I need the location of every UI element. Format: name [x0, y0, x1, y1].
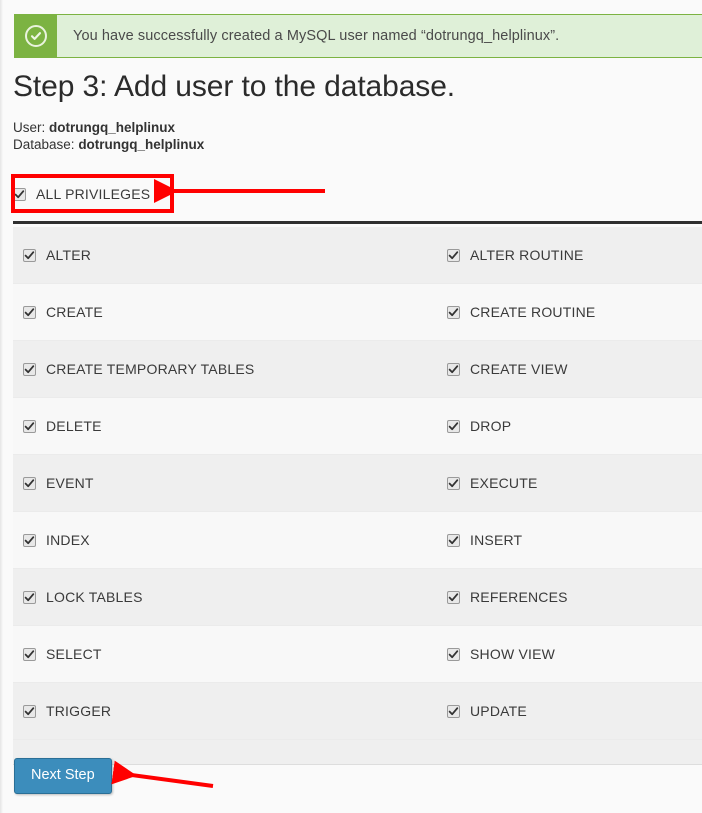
privilege-cell[interactable]: SELECT: [13, 646, 437, 662]
privilege-checkbox[interactable]: [447, 363, 460, 376]
privilege-label: CREATE ROUTINE: [470, 304, 595, 320]
all-privileges-checkbox[interactable]: [13, 188, 26, 201]
privilege-label: EVENT: [46, 475, 94, 491]
privilege-label: DELETE: [46, 418, 102, 434]
privilege-checkbox[interactable]: [447, 705, 460, 718]
all-privileges-label: ALL PRIVILEGES: [36, 186, 150, 202]
table-row: TRIGGER UPDATE: [13, 683, 702, 740]
privilege-checkbox[interactable]: [447, 420, 460, 433]
privilege-checkbox[interactable]: [23, 477, 36, 490]
privilege-cell[interactable]: CREATE ROUTINE: [437, 304, 702, 320]
privilege-checkbox[interactable]: [447, 477, 460, 490]
table-row: LOCK TABLES REFERENCES: [13, 569, 702, 626]
privilege-checkbox[interactable]: [23, 420, 36, 433]
privilege-label: CREATE: [46, 304, 103, 320]
privilege-checkbox[interactable]: [447, 249, 460, 262]
all-privileges-row[interactable]: ALL PRIVILEGES: [13, 180, 689, 208]
meta-database-value: dotrungq_helplinux: [78, 137, 204, 152]
annotation-arrow-next-step: [117, 773, 213, 786]
table-row: ALTER ALTER ROUTINE: [13, 227, 702, 284]
privilege-cell[interactable]: EXECUTE: [437, 475, 702, 491]
privilege-label: INDEX: [46, 532, 90, 548]
table-footer-spacer: [13, 740, 702, 765]
privilege-label: TRIGGER: [46, 703, 111, 719]
meta-user-line: User: dotrungq_helplinux: [13, 119, 204, 136]
privilege-checkbox[interactable]: [23, 648, 36, 661]
privilege-label: LOCK TABLES: [46, 589, 143, 605]
privilege-checkbox[interactable]: [23, 363, 36, 376]
privilege-cell[interactable]: CREATE TEMPORARY TABLES: [13, 361, 437, 377]
privilege-cell[interactable]: REFERENCES: [437, 589, 702, 605]
privilege-label: REFERENCES: [470, 589, 568, 605]
privilege-label: EXECUTE: [470, 475, 538, 491]
privilege-cell[interactable]: DROP: [437, 418, 702, 434]
privilege-cell[interactable]: INSERT: [437, 532, 702, 548]
privilege-cell[interactable]: DELETE: [13, 418, 437, 434]
privilege-checkbox[interactable]: [447, 534, 460, 547]
privilege-cell[interactable]: SHOW VIEW: [437, 646, 702, 662]
privilege-checkbox[interactable]: [23, 306, 36, 319]
meta-database-label: Database:: [13, 137, 75, 152]
page-content: You have successfully created a MySQL us…: [0, 0, 702, 813]
privilege-cell[interactable]: INDEX: [13, 532, 437, 548]
privilege-checkbox[interactable]: [447, 306, 460, 319]
privilege-checkbox[interactable]: [447, 648, 460, 661]
section-divider: [13, 221, 702, 224]
privilege-label: SELECT: [46, 646, 102, 662]
privilege-checkbox[interactable]: [23, 591, 36, 604]
page-title: Step 3: Add user to the database.: [13, 70, 455, 104]
table-row: CREATE TEMPORARY TABLES CREATE VIEW: [13, 341, 702, 398]
privilege-label: DROP: [470, 418, 511, 434]
table-row: SELECT SHOW VIEW: [13, 626, 702, 683]
privilege-label: SHOW VIEW: [470, 646, 555, 662]
check-circle-icon: [25, 25, 47, 47]
meta-user-value: dotrungq_helplinux: [49, 120, 175, 135]
success-alert: You have successfully created a MySQL us…: [14, 14, 702, 58]
privilege-cell[interactable]: CREATE: [13, 304, 437, 320]
alert-message: You have successfully created a MySQL us…: [57, 15, 559, 57]
meta-user-label: User:: [13, 120, 45, 135]
account-meta: User: dotrungq_helplinux Database: dotru…: [13, 119, 204, 153]
privilege-checkbox[interactable]: [23, 534, 36, 547]
meta-database-line: Database: dotrungq_helplinux: [13, 136, 204, 153]
privilege-label: CREATE VIEW: [470, 361, 568, 377]
next-step-button[interactable]: Next Step: [14, 758, 112, 794]
table-row: INDEX INSERT: [13, 512, 702, 569]
privilege-checkbox[interactable]: [447, 591, 460, 604]
privilege-label: UPDATE: [470, 703, 527, 719]
table-row: CREATE CREATE ROUTINE: [13, 284, 702, 341]
privilege-cell[interactable]: EVENT: [13, 475, 437, 491]
privilege-cell[interactable]: ALTER ROUTINE: [437, 247, 702, 263]
table-row: EVENT EXECUTE: [13, 455, 702, 512]
privilege-label: CREATE TEMPORARY TABLES: [46, 361, 254, 377]
privilege-cell[interactable]: CREATE VIEW: [437, 361, 702, 377]
page-left-edge: [0, 0, 3, 813]
table-row: DELETE DROP: [13, 398, 702, 455]
privilege-checkbox[interactable]: [23, 705, 36, 718]
privilege-cell[interactable]: UPDATE: [437, 703, 702, 719]
privilege-cell[interactable]: TRIGGER: [13, 703, 437, 719]
privilege-label: ALTER: [46, 247, 91, 263]
privilege-cell[interactable]: ALTER: [13, 247, 437, 263]
alert-icon-container: [14, 15, 57, 57]
privileges-table: ALTERALTER ROUTINECREATECREATE ROUTINECR…: [13, 227, 702, 765]
privilege-cell[interactable]: LOCK TABLES: [13, 589, 437, 605]
privilege-label: ALTER ROUTINE: [470, 247, 584, 263]
privilege-checkbox[interactable]: [23, 249, 36, 262]
privilege-label: INSERT: [470, 532, 522, 548]
